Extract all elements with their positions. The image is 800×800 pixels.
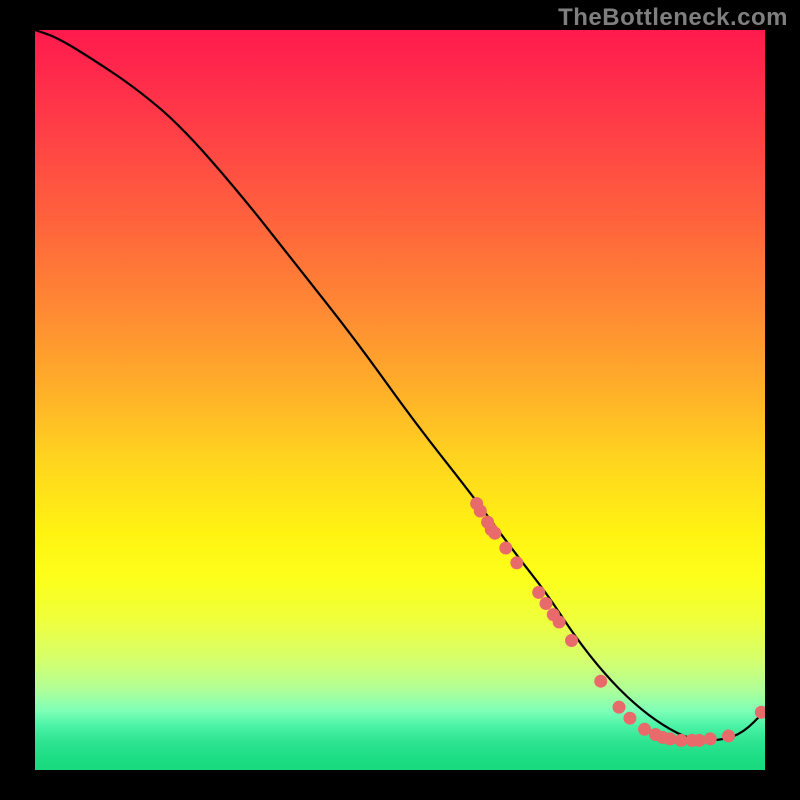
data-marker <box>488 527 501 540</box>
chart-frame: TheBottleneck.com <box>0 0 800 800</box>
data-marker <box>755 706 765 719</box>
data-marker <box>704 732 717 745</box>
watermark-text: TheBottleneck.com <box>558 4 788 32</box>
data-marker <box>474 505 487 518</box>
data-marker <box>553 616 566 629</box>
data-marker <box>510 556 523 569</box>
bottleneck-curve <box>35 30 765 740</box>
data-marker <box>722 729 735 742</box>
data-marker <box>613 701 626 714</box>
data-marker <box>532 586 545 599</box>
data-marker <box>565 634 578 647</box>
data-marker <box>623 712 636 725</box>
data-marker <box>693 734 706 747</box>
data-marker <box>594 675 607 688</box>
chart-svg-overlay <box>35 30 765 770</box>
data-markers <box>470 497 765 747</box>
data-marker <box>540 597 553 610</box>
data-marker <box>499 542 512 555</box>
data-marker <box>664 732 677 745</box>
